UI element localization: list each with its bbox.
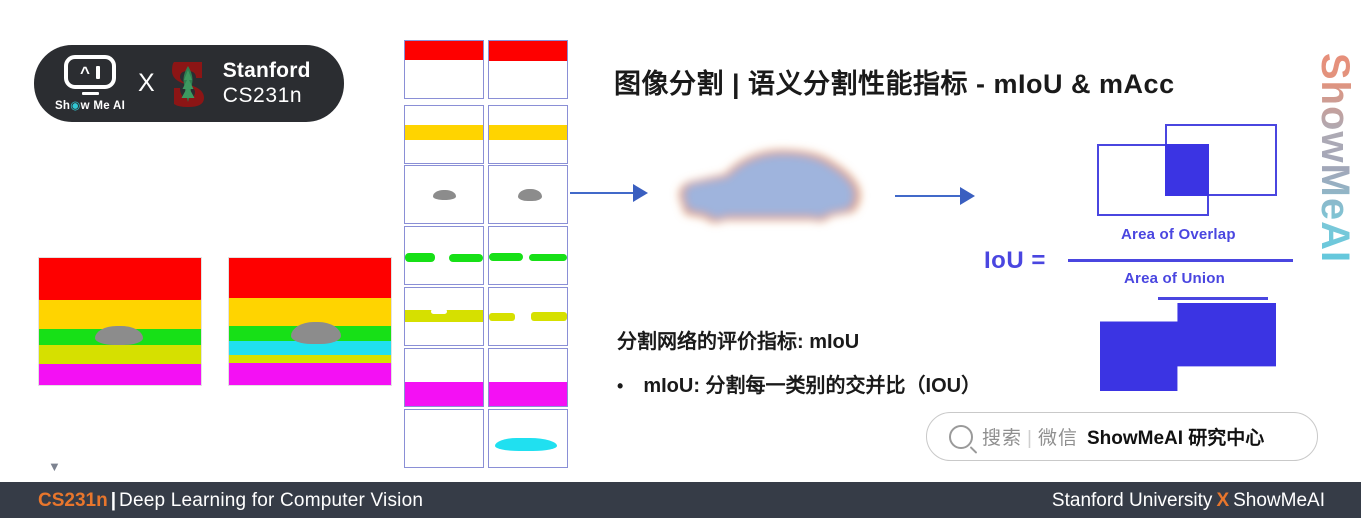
mask-region [529,254,567,261]
robot-face-icon: ^ [64,55,116,89]
car-silhouette-figure [655,132,890,242]
class-region-car [291,322,341,344]
mask-region [405,253,435,262]
showmeai-logo: ^ Sh◉w Me AI [48,55,132,112]
mask-region [489,41,567,61]
mask-gap [431,309,447,314]
brand-line-1: Stanford [222,59,311,83]
mask-tile-car-gt [404,165,484,224]
mask-region [489,253,523,261]
mask-tile-grass-gt [404,226,484,285]
mask-region [489,382,567,406]
mask-tile-field-pred [488,287,568,346]
brand-pill: ^ Sh◉w Me AI X Stanford CS231n [34,45,344,122]
bullet-glyph: • [617,376,624,396]
slide-canvas: ^ Sh◉w Me AI X Stanford CS231n 图像分割 | 语义… [0,0,1361,518]
mask-region [405,382,483,406]
mask-tile-sky-gt [404,40,484,99]
mask-region [531,312,567,321]
arrow-right-2 [895,187,975,205]
iou-union-underline [1158,297,1268,300]
search-separator: | [1027,428,1033,449]
mask-region [495,438,557,451]
mask-region [433,190,456,200]
footer-org-x: X [1216,490,1230,511]
iou-overlap-region [1165,144,1209,196]
mask-region [405,41,483,60]
footer-org-right: ShowMeAI [1233,490,1325,511]
search-account: ShowMeAI 研究中心 [1086,428,1265,449]
body-bullet-item: • mIoU: 分割每一类别的交并比（IOU） [617,369,981,398]
class-region-road [229,363,391,385]
iou-denominator-label: Area of Union [1124,270,1225,287]
mask-region [405,125,483,140]
brand-pill-text: Stanford CS231n [223,59,311,108]
mask-tile-sky-pred [488,40,568,99]
class-region-sky [229,258,391,300]
mask-tile-car-pred [488,165,568,224]
logo-stand [81,92,99,95]
search-icon [949,424,973,449]
mask-tile-road-gt [404,348,484,407]
stanford-logo-icon [166,58,210,110]
showmeai-watermark: ShowMeAI [1311,38,1357,278]
arrow-head [960,187,975,205]
mask-tile-field-gt [404,287,484,346]
iou-fraction-bar [1068,259,1293,262]
mask-region [518,189,542,201]
mask-tile-tree-pred [488,105,568,164]
mask-tile-grass-pred [488,226,568,285]
search-channel: 微信 [1037,428,1078,449]
caret-glyph: ^ [80,62,90,82]
segmentation-map-groundtruth [38,257,202,386]
footer-bar: CS231n | Deep Learning for Computer Vision… [0,482,1361,518]
search-placeholder: 搜索 [982,428,1023,449]
mask-region [489,313,515,321]
arrow-shaft [895,195,961,197]
mask-tile-water-gt [404,409,484,468]
iou-union-region [1100,303,1276,391]
footer-course: CS231n | Deep Learning for Computer Vision [38,490,423,512]
mask-tile-road-pred [488,348,568,407]
mask-tile-tree-gt [404,105,484,164]
brand-line-2: CS231n [222,83,303,107]
chevron-down-icon[interactable]: ▼ [48,460,61,473]
arrow-right-1 [570,184,648,202]
arrow-head [633,184,648,202]
mask-region [489,125,567,140]
pill-x-symbol: X [138,69,155,97]
bar-glyph [95,65,100,79]
mask-region [449,254,483,262]
slide-title: 图像分割 | 语义分割性能指标 - mIoU & mAcc [614,69,1175,99]
class-region-car [95,326,143,345]
footer-course-code: CS231n [38,490,108,511]
iou-formula-label: IoU = [984,247,1046,274]
search-hint: 搜索 | 微信 [982,423,1078,450]
iou-numerator-label: Area of Overlap [1121,226,1236,243]
footer-course-name: Deep Learning for Computer Vision [119,490,424,511]
arrow-shaft [570,192,634,194]
mask-tile-water-pred [488,409,568,468]
showmeai-logo-text: Sh◉w Me AI [54,100,126,112]
footer-org-left: Stanford University [1051,490,1213,511]
search-bar[interactable]: 搜索 | 微信 ShowMeAI 研究中心 [926,412,1318,461]
class-region-road [39,364,201,385]
body-heading: 分割网络的评价指标: mIoU [617,331,860,353]
segmentation-map-prediction [228,257,392,386]
class-region-sky [39,258,201,296]
footer-org: Stanford University X ShowMeAI [1052,490,1325,512]
footer-separator: | [110,490,117,511]
body-bullet-text: mIoU: 分割每一类别的交并比（IOU） [643,375,982,397]
